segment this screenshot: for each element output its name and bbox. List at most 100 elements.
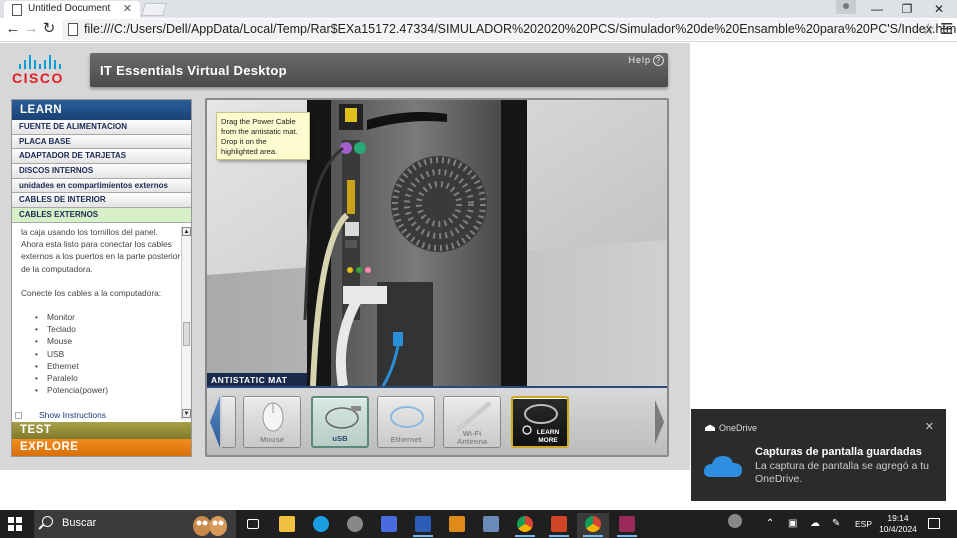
file-icon (68, 23, 78, 36)
logo-text: CISCO (12, 70, 64, 86)
device-tray-icon[interactable]: ▣ (788, 518, 797, 529)
test-section-header[interactable]: TEST (12, 422, 191, 439)
url-text: file:///C:/Users/Dell/AppData/Local/Temp… (84, 22, 957, 36)
page-icon (12, 4, 22, 16)
restore-icon[interactable]: ❐ (892, 1, 922, 17)
instruction-tooltip: Drag the Power Cable from the antistatic… (216, 112, 310, 160)
scroll-right-arrow-icon[interactable] (655, 400, 664, 444)
chrome-icon[interactable] (509, 513, 541, 538)
clock-time: 19:14 (887, 513, 909, 523)
explore-section-header[interactable]: EXPLORE (12, 439, 191, 456)
tray-item-label: uSB (332, 434, 348, 443)
action-center-icon[interactable] (928, 518, 940, 529)
list-item: Monitor (35, 311, 181, 323)
cable-tray: Mouse uSB Ethernet Wi-Fi Antenna LEARN M… (207, 388, 667, 455)
scroll-thumb[interactable] (183, 322, 190, 346)
tray-item-label-text: Wi-Fi Antenna (456, 429, 488, 446)
menu-item-cables-externos[interactable]: CABLES EXTERNOS (12, 208, 191, 223)
tray-item-partial[interactable] (222, 396, 236, 448)
windows-start-icon[interactable] (8, 517, 22, 531)
user-tray-icon[interactable] (728, 514, 742, 528)
windows-taskbar: Buscar ⌃ ▣ ☁ ✎ ESP 19:14 10/4/2024 (0, 510, 957, 538)
show-instructions-checkbox[interactable] (15, 412, 22, 419)
ethernet-connector[interactable] (393, 332, 403, 346)
notification-app-name: OneDrive (719, 423, 758, 433)
file-explorer-icon[interactable] (271, 513, 303, 538)
taskbar-search[interactable]: Buscar (34, 510, 236, 538)
profile-icon[interactable] (836, 0, 856, 14)
tray-item-label-text: LEARN MORE (536, 429, 560, 444)
show-instructions-toggle[interactable]: Show Instructions (12, 410, 181, 422)
help-button[interactable]: Help? (628, 55, 664, 66)
instructions-scrollbar[interactable]: ▲ ▼ (181, 227, 191, 420)
learn-more-button[interactable]: LEARN MORE (511, 396, 569, 448)
browser-tab[interactable]: Untitled Document ✕ (4, 1, 140, 18)
list-item: Ethernet (35, 360, 181, 372)
close-tab-icon[interactable]: ✕ (123, 2, 132, 15)
app-icon-1[interactable] (339, 513, 371, 538)
instructions-panel: la caja usando los tornillos del panel. … (12, 227, 191, 410)
browser-menu-icon[interactable]: ☰ (940, 20, 953, 38)
scroll-down-icon[interactable]: ▼ (182, 409, 191, 418)
minimize-icon[interactable]: — (862, 1, 892, 17)
notification-title: Capturas de pantalla guardadas (755, 446, 922, 458)
winrar-icon[interactable] (611, 513, 643, 538)
simulator-page: CISCO IT Essentials Virtual Desktop Help… (0, 43, 690, 470)
forward-icon[interactable]: → (22, 20, 40, 38)
address-bar[interactable]: file:///C:/Users/Dell/AppData/Local/Temp… (62, 19, 957, 40)
mouse-icon (262, 402, 284, 432)
menu-item-placa-base[interactable]: PLACA BASE (12, 134, 191, 150)
menu-item-unidades[interactable]: unidades en compartimientos externos (12, 178, 191, 194)
search-placeholder: Buscar (62, 517, 97, 529)
scroll-left-arrow-icon[interactable] (210, 396, 220, 448)
list-item: USB (35, 348, 181, 360)
clock-date: 10/4/2024 (879, 524, 917, 534)
app-icon-2[interactable] (373, 513, 405, 538)
menu-item-discos[interactable]: DISCOS INTERNOS (12, 164, 191, 179)
instructions-paragraph: la caja usando los tornillos del panel. … (21, 227, 181, 274)
network-tray-icon[interactable]: ☁ (810, 518, 820, 529)
show-instructions-label: Show Instructions (39, 410, 107, 420)
sidebar: LEARN FUENTE DE ALIMENTACION PLACA BASE … (11, 99, 192, 457)
app-icon-3[interactable] (475, 513, 507, 538)
bookmark-star-icon[interactable]: ☆ (922, 20, 935, 38)
close-notification-icon[interactable]: ✕ (925, 420, 934, 433)
sublime-icon[interactable] (441, 513, 473, 538)
chrome-active-icon[interactable] (577, 513, 609, 538)
instructions-prompt: Conecte los cables a la computadora: (21, 287, 162, 298)
powerpoint-icon[interactable] (543, 513, 575, 538)
onedrive-notification[interactable]: OneDrive ✕ Capturas de pantalla guardada… (691, 409, 946, 501)
tray-item-mouse[interactable]: Mouse (243, 396, 301, 448)
search-highlight-owls-icon (193, 516, 227, 536)
tray-item-usb[interactable]: uSB (311, 396, 369, 448)
system-clock[interactable]: 19:14 10/4/2024 (878, 513, 918, 535)
task-view-icon[interactable] (237, 513, 269, 538)
menu-item-cables-interior[interactable]: CABLES DE INTERIOR (12, 193, 191, 209)
edge-icon[interactable] (305, 513, 337, 538)
tray-item-wifi-antenna[interactable]: Wi-Fi Antenna (443, 396, 501, 448)
input-method-icon[interactable]: ✎ (832, 518, 840, 529)
list-item: Mouse (35, 335, 181, 347)
list-item: Paralelo (35, 372, 181, 384)
close-window-icon[interactable]: ✕ (924, 1, 954, 17)
tray-item-label: LEARN MORE (521, 429, 575, 445)
tray-item-label: Wi-Fi Antenna (444, 430, 500, 446)
instructions-text: la caja usando los tornillos del panel. … (21, 227, 181, 396)
back-icon[interactable]: ← (4, 20, 22, 38)
menu-item-fuente[interactable]: FUENTE DE ALIMENTACION (12, 120, 191, 135)
help-icon: ? (653, 55, 664, 66)
cisco-bars-icon (19, 54, 76, 69)
search-icon (42, 516, 53, 527)
scroll-up-icon[interactable]: ▲ (182, 227, 191, 236)
show-hidden-icons-icon[interactable]: ⌃ (766, 518, 774, 529)
word-icon[interactable] (407, 513, 439, 538)
vga-connector[interactable] (343, 286, 387, 304)
tray-item-ethernet[interactable]: Ethernet (377, 396, 435, 448)
reload-icon[interactable]: ↻ (40, 20, 58, 38)
new-tab-button[interactable] (140, 3, 168, 16)
menu-item-adaptador[interactable]: ADAPTADOR DE TARJETAS (12, 149, 191, 165)
learn-section-header[interactable]: LEARN (12, 100, 191, 120)
language-indicator[interactable]: ESP (855, 519, 872, 529)
tray-item-label: Ethernet (390, 435, 422, 444)
cable-list: Monitor Teclado Mouse USB Ethernet Paral… (35, 311, 181, 396)
